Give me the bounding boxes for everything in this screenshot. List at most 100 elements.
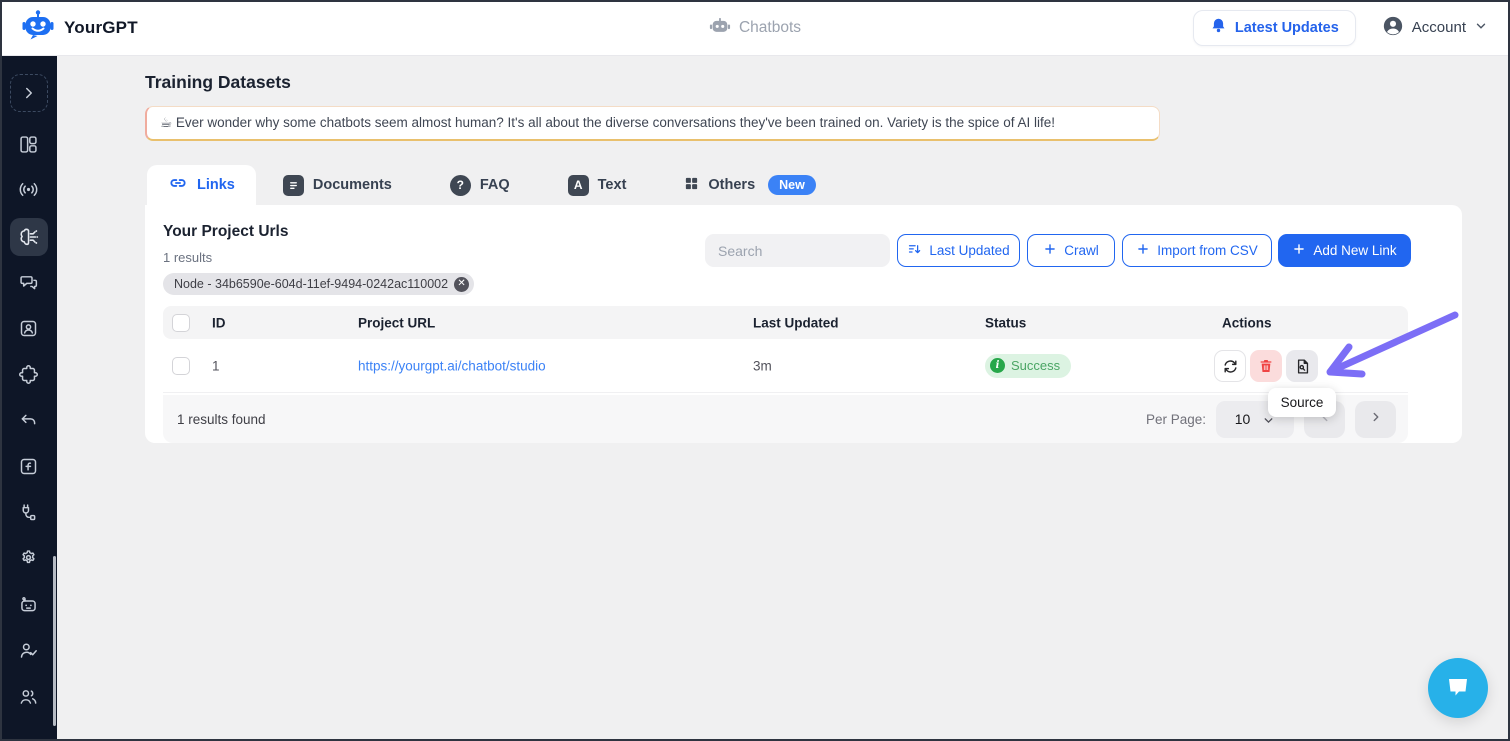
undo-arrow-icon	[18, 411, 39, 432]
nav-chatbots-label: Chatbots	[739, 19, 801, 37]
links-panel: Your Project Urls 1 results Node - 34b65…	[145, 205, 1462, 443]
sort-last-updated-button[interactable]: Last Updated	[897, 234, 1020, 267]
next-page-button[interactable]	[1355, 401, 1396, 438]
sidebar-item-chatbot[interactable]	[10, 585, 48, 623]
source-tooltip: Source	[1268, 388, 1336, 417]
user-circle-icon	[1382, 15, 1404, 41]
tip-banner: ☕ Ever wonder why some chatbots seem alm…	[145, 106, 1160, 141]
close-icon[interactable]: ✕	[454, 277, 469, 292]
import-button-label: Import from CSV	[1157, 243, 1258, 258]
sidebar-item-chats[interactable]	[10, 263, 48, 301]
tip-banner-text: ☕ Ever wonder why some chatbots seem alm…	[160, 115, 1055, 131]
brain-icon	[18, 226, 40, 248]
sidebar-item-training[interactable]	[10, 218, 48, 256]
delete-button[interactable]	[1250, 350, 1282, 382]
main-content: Training Datasets ☕ Ever wonder why some…	[57, 56, 1510, 741]
trash-icon	[1258, 358, 1274, 374]
top-header: YourGPT Chatbots Latest Updates Account	[0, 0, 1510, 56]
new-badge: New	[768, 175, 816, 195]
results-count: 1 results	[163, 250, 212, 265]
info-icon: i	[990, 358, 1005, 373]
plus-icon	[1136, 242, 1150, 259]
refresh-button[interactable]	[1214, 350, 1246, 382]
account-label: Account	[1412, 19, 1466, 36]
plug-icon	[18, 502, 39, 523]
document-icon	[283, 175, 304, 196]
chat-bubble-icon	[1444, 672, 1472, 705]
tab-text-label: Text	[598, 177, 627, 193]
sidebar-item-contacts[interactable]	[10, 309, 48, 347]
sort-button-label: Last Updated	[929, 243, 1009, 258]
row-url-link[interactable]: https://yourgpt.ai/chatbot/studio	[358, 358, 546, 373]
crawl-button-label: Crawl	[1064, 243, 1099, 258]
chatbot-head-icon	[709, 14, 731, 41]
col-status: Status	[985, 315, 1026, 330]
tab-others[interactable]: Others New	[667, 165, 832, 205]
tab-documents[interactable]: Documents	[266, 165, 409, 205]
link-icon	[168, 173, 188, 197]
status-text: Success	[1011, 358, 1060, 373]
sidebar-item-connectors[interactable]	[10, 493, 48, 531]
sidebar-item-undo[interactable]	[10, 402, 48, 440]
chevron-down-icon	[1474, 19, 1488, 37]
sidebar-item-agents[interactable]	[10, 631, 48, 669]
tab-faq-label: FAQ	[480, 177, 510, 193]
letter-a-icon: A	[568, 175, 589, 196]
panel-heading: Your Project Urls	[163, 223, 288, 241]
broadcast-icon	[18, 179, 39, 200]
plus-icon	[1043, 242, 1057, 259]
tab-links-label: Links	[197, 177, 235, 193]
dashboard-icon	[18, 134, 39, 155]
tab-documents-label: Documents	[313, 177, 392, 193]
expand-sidebar-button[interactable]	[10, 74, 48, 112]
agent-check-icon	[18, 640, 39, 661]
tab-text[interactable]: A Text	[551, 165, 644, 205]
source-button[interactable]	[1286, 350, 1318, 382]
account-menu[interactable]: Account	[1382, 15, 1488, 41]
sidebar-item-broadcast[interactable]	[10, 170, 48, 208]
source-file-icon	[1294, 358, 1311, 375]
chevron-right-icon	[1369, 410, 1383, 429]
search-input[interactable]	[705, 234, 890, 267]
sidebar-item-settings[interactable]	[10, 539, 48, 577]
brand[interactable]: YourGPT	[22, 9, 138, 46]
nav-chatbots[interactable]: Chatbots	[709, 14, 801, 41]
puzzle-icon	[18, 364, 39, 385]
add-new-link-button[interactable]: Add New Link	[1278, 234, 1411, 267]
left-sidebar	[0, 56, 57, 741]
import-from-csv-button[interactable]: Import from CSV	[1122, 234, 1272, 267]
sidebar-item-functions[interactable]	[10, 447, 48, 485]
robot-icon	[18, 594, 39, 615]
col-actions: Actions	[1222, 315, 1272, 330]
sort-icon	[907, 242, 922, 260]
node-filter-label: Node - 34b6590e-604d-11ef-9494-0242ac110…	[174, 277, 448, 291]
contact-card-icon	[18, 318, 39, 339]
latest-updates-label: Latest Updates	[1235, 20, 1339, 36]
sidebar-item-dashboard[interactable]	[10, 125, 48, 163]
add-button-label: Add New Link	[1313, 243, 1396, 258]
row-id: 1	[212, 358, 220, 373]
chat-bubbles-icon	[18, 272, 39, 293]
tab-links[interactable]: Links	[147, 165, 256, 205]
per-page-label: Per Page:	[1146, 412, 1206, 427]
sidebar-scrollbar[interactable]	[53, 556, 56, 726]
source-tooltip-label: Source	[1281, 395, 1324, 410]
status-badge: i Success	[985, 354, 1071, 378]
select-all-checkbox[interactable]	[172, 314, 190, 332]
grid-icon	[684, 176, 699, 195]
row-checkbox[interactable]	[172, 357, 190, 375]
latest-updates-button[interactable]: Latest Updates	[1193, 10, 1356, 46]
col-id: ID	[212, 315, 226, 330]
chevron-right-icon	[20, 84, 38, 102]
brand-name: YourGPT	[64, 18, 138, 38]
table-header: ID Project URL Last Updated Status Actio…	[163, 306, 1408, 339]
sidebar-item-integrations[interactable]	[10, 355, 48, 393]
tab-faq[interactable]: ? FAQ	[433, 165, 527, 205]
crawl-button[interactable]: Crawl	[1027, 234, 1115, 267]
sidebar-item-team[interactable]	[10, 677, 48, 715]
col-url: Project URL	[358, 315, 435, 330]
question-icon: ?	[450, 175, 471, 196]
node-filter-tag: Node - 34b6590e-604d-11ef-9494-0242ac110…	[163, 273, 474, 295]
team-icon	[18, 686, 39, 707]
chat-widget-button[interactable]	[1428, 658, 1488, 718]
